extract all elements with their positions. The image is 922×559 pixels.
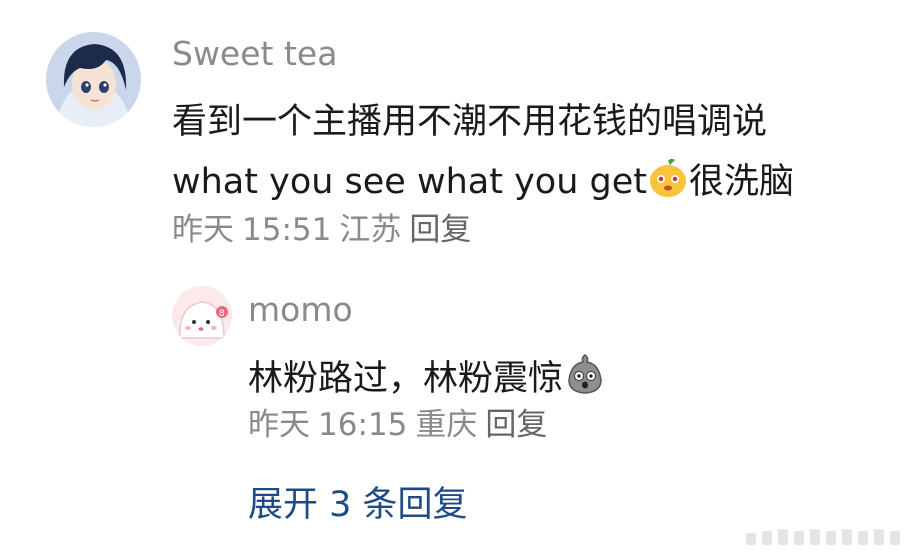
reply-username[interactable]: momo (248, 290, 353, 330)
comment-text-tail: 很洗脑 (688, 162, 794, 202)
comment-text-english: what you see what you get (172, 162, 647, 202)
avatar-sweet-tea[interactable] (46, 32, 141, 127)
watermark-dots (746, 525, 916, 553)
shocked-rock-emoji-icon (563, 352, 607, 407)
reply-time: 16:15 (318, 407, 408, 443)
pink-blob-avatar-icon: 8 (172, 286, 232, 346)
comment-location: 江苏 (339, 212, 402, 248)
reply-date: 昨天 (248, 407, 310, 443)
comment-time: 15:51 (242, 212, 332, 248)
comment-reply-button[interactable]: 回复 (409, 212, 471, 248)
anime-girl-avatar-icon (46, 32, 141, 127)
reply-text: 林粉路过，林粉震惊 (248, 352, 607, 407)
reply-text-content: 林粉路过，林粉震惊 (248, 359, 564, 399)
svg-text:8: 8 (219, 309, 225, 319)
comment-date: 昨天 (172, 212, 234, 248)
avatar-momo[interactable]: 8 (172, 286, 232, 346)
comment-username[interactable]: Sweet tea (172, 34, 337, 74)
reply-location: 重庆 (415, 407, 478, 443)
comment-meta: 昨天 15:51 江苏 回复 (172, 210, 479, 250)
mango-face-emoji-icon (647, 157, 689, 210)
expand-replies-link[interactable]: 展开 3 条回复 (248, 483, 468, 527)
comment-text-line-2: what you see what you get 很洗脑 (172, 157, 794, 210)
reply-meta: 昨天 16:15 重庆 回复 (248, 405, 555, 445)
reply-reply-button[interactable]: 回复 (485, 407, 547, 443)
comment-text-line-1: 看到一个主播用不潮不用花钱的唱调说 (172, 102, 768, 142)
